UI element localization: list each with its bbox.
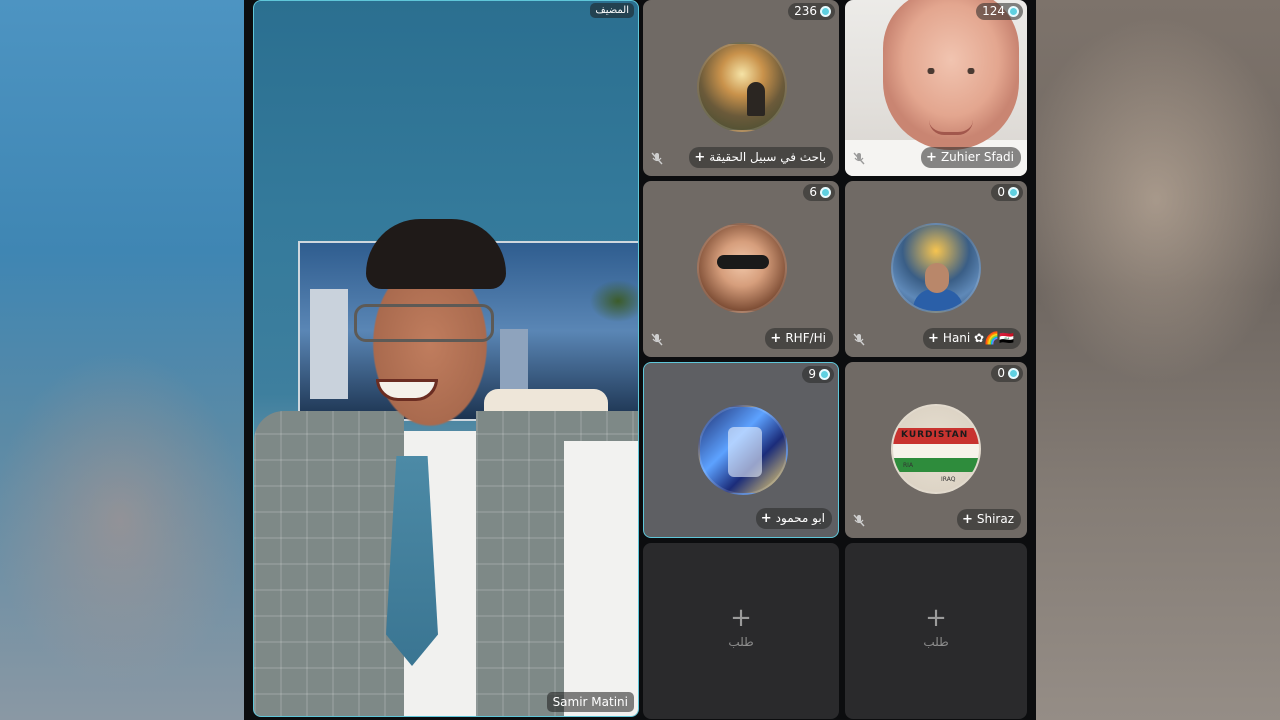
viewer-count: 6 (803, 184, 835, 201)
follow-plus-icon[interactable]: + (761, 508, 772, 529)
participant-name-badge[interactable]: + Hani ✿🌈🇮🇶 (923, 328, 1021, 349)
participant-name-badge[interactable]: + باحث في سبيل الحقيقة (689, 147, 833, 168)
follow-plus-icon[interactable]: + (694, 147, 705, 168)
portrait-avatar[interactable] (891, 223, 981, 313)
landscape-avatar[interactable] (697, 42, 787, 132)
viewer-eye-icon (1008, 6, 1019, 17)
viewer-eye-icon (820, 6, 831, 17)
mic-muted-icon (651, 152, 665, 166)
viewer-eye-icon (1008, 187, 1019, 198)
viewer-count: 0 (991, 365, 1023, 382)
follow-plus-icon[interactable]: + (962, 509, 973, 530)
viewer-eye-icon (820, 187, 831, 198)
avatar-map-label: IRAQ (941, 476, 956, 483)
avatar-flag-text: KURDISTAN (901, 430, 969, 440)
sunglasses-avatar[interactable] (697, 223, 787, 313)
follow-plus-icon[interactable]: + (926, 147, 937, 168)
participant-name-badge[interactable]: + RHF/Hi (765, 328, 833, 349)
viewer-count: 236 (788, 3, 835, 20)
viewer-eye-icon (1008, 368, 1019, 379)
host-name-label[interactable]: Samir Matini (546, 692, 634, 712)
participant-name-badge[interactable]: + Zuhier Sfadi (921, 147, 1021, 168)
blurred-background-left (0, 0, 244, 720)
kurdistan-map-avatar[interactable]: KURDISTAN RIA IRAQ (891, 404, 981, 494)
blue-graphic-avatar[interactable] (698, 405, 788, 495)
plus-icon[interactable]: + (845, 605, 1027, 631)
mic-muted-icon (853, 333, 867, 347)
host-sleeve (564, 441, 638, 716)
host-hair (366, 219, 506, 289)
viewer-count: 9 (802, 366, 834, 383)
mic-muted-icon (853, 514, 867, 528)
participant-tile-6[interactable]: 0 KURDISTAN RIA IRAQ + Shiraz (845, 362, 1027, 538)
plus-icon[interactable]: + (643, 605, 839, 631)
blurred-background-right (1036, 0, 1280, 720)
host-video-tile[interactable]: المضيف Samir Matini (253, 0, 639, 717)
participant-tile-3[interactable]: 6 + RHF/Hi (643, 181, 839, 357)
mic-muted-icon (853, 152, 867, 166)
mic-muted-icon (651, 333, 665, 347)
participant-tile-2[interactable]: 124 + Zuhier Sfadi (845, 0, 1027, 176)
participant-name-badge[interactable]: + Shiraz (956, 509, 1021, 530)
request-label: طلب (923, 635, 949, 649)
avatar-map-label: RIA (903, 462, 914, 469)
viewer-count: 124 (976, 3, 1023, 20)
participant-tile-5[interactable]: 9 + ابو محمود (643, 362, 839, 538)
participant-name-badge[interactable]: + ابو محمود (755, 508, 832, 529)
follow-plus-icon[interactable]: + (770, 328, 781, 349)
viewer-eye-icon (819, 369, 830, 380)
participant-tile-4[interactable]: 0 + Hani ✿🌈🇮🇶 (845, 181, 1027, 357)
background-palm (578, 251, 638, 361)
empty-seat-request[interactable]: + طلب (643, 543, 839, 719)
viewer-count: 0 (991, 184, 1023, 201)
request-label: طلب (728, 635, 754, 649)
host-glasses (354, 304, 494, 342)
follow-plus-icon[interactable]: + (928, 328, 939, 349)
host-role-badge: المضيف (590, 3, 634, 18)
participant-tile-1[interactable]: 236 + باحث في سبيل الحقيقة (643, 0, 839, 176)
participant-eyes (923, 68, 979, 74)
empty-seat-request[interactable]: + طلب (845, 543, 1027, 719)
